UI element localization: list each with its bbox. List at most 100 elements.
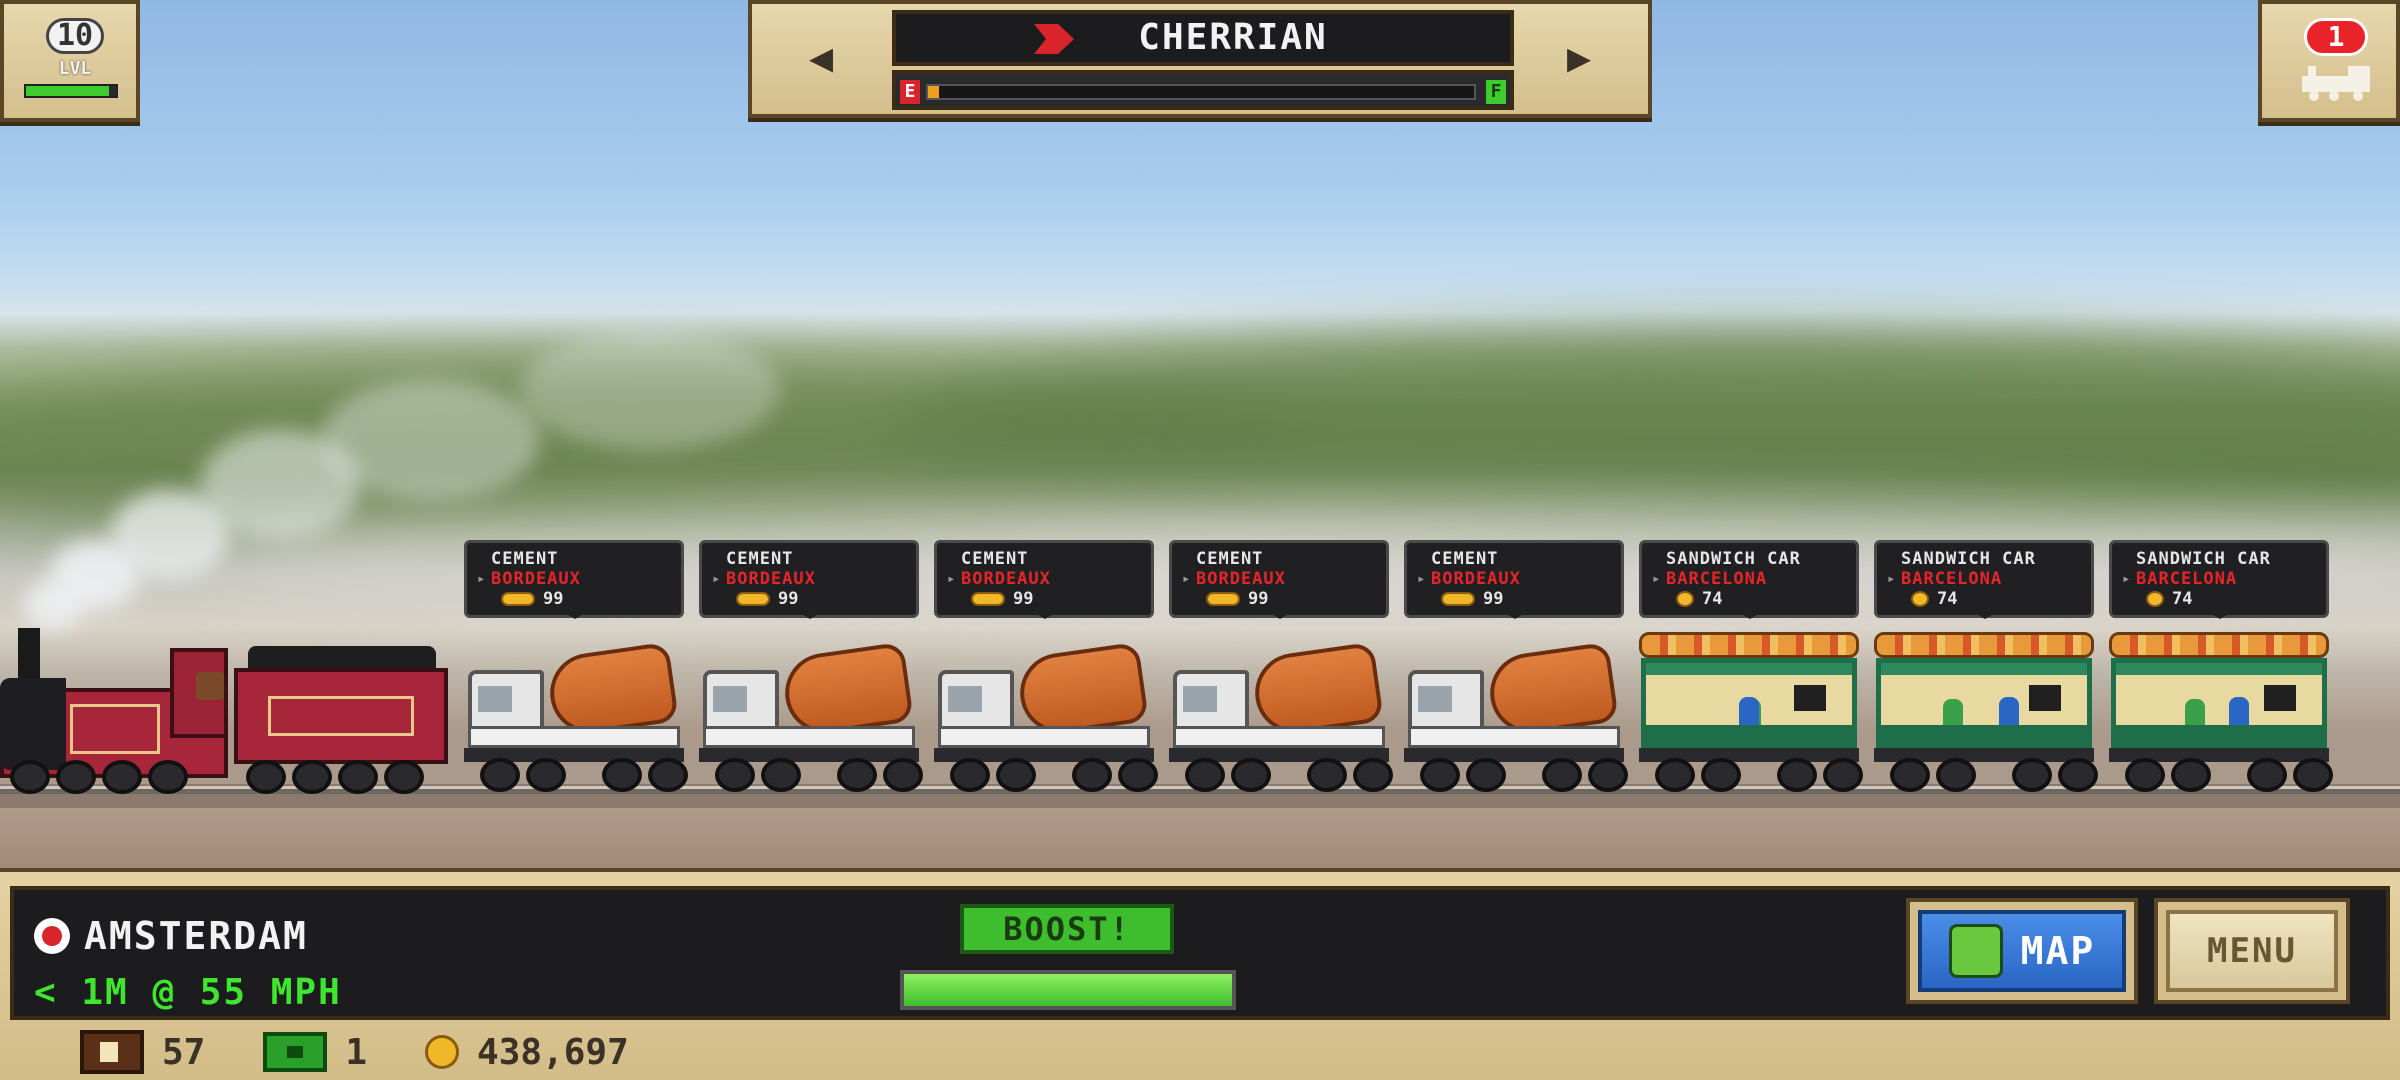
coin-icon — [1441, 592, 1475, 606]
wheel — [1542, 758, 1582, 792]
locomotive[interactable] — [0, 628, 228, 794]
shop-awning — [1881, 663, 2087, 675]
boost-meter — [900, 970, 1236, 1010]
map-icon — [1948, 924, 2003, 978]
fuel-full-label: F — [1486, 80, 1506, 104]
cash-icon — [263, 1032, 328, 1072]
cargo-destination: BARCELONA — [1887, 569, 2091, 589]
train-icon — [2302, 66, 2370, 101]
wheel-set — [950, 758, 1158, 792]
wheel — [1655, 758, 1695, 792]
level-number: 10 — [46, 18, 104, 54]
wheel — [1353, 758, 1393, 792]
coin-icon — [425, 1035, 460, 1069]
cargo-tag[interactable]: SANDWICH CARBARCELONA74 — [2109, 540, 2329, 619]
boost-meter-fill — [904, 974, 1232, 1006]
coin-icon — [1911, 591, 1929, 607]
cargo-value: 99 — [491, 589, 681, 609]
wheel — [102, 760, 142, 794]
truck-window — [1183, 686, 1217, 712]
cargo-name: CEMENT — [491, 549, 559, 569]
mixer-drum — [780, 641, 914, 739]
status-strip: AMSTERDAM < 1M @ 55 MPH BOOST! MAP MENU — [10, 886, 2390, 1020]
menu-board — [2029, 685, 2061, 711]
cargo-tag[interactable]: CEMENTBORDEAUX99 — [934, 540, 1154, 619]
cargo-tag[interactable]: CEMENTBORDEAUX99 — [464, 540, 684, 619]
coin-icon — [1676, 591, 1694, 607]
cargo-value-amount: 99 — [778, 589, 799, 609]
cargo-destination: BORDEAUX — [712, 569, 916, 589]
wheel — [2012, 758, 2052, 792]
cement-car[interactable]: CEMENTBORDEAUX99 — [934, 540, 1158, 792]
cargo-tag[interactable]: CEMENTBORDEAUX99 — [1404, 540, 1624, 619]
cement-car[interactable]: CEMENTBORDEAUX99 — [1169, 540, 1393, 792]
cement-car[interactable]: CEMENTBORDEAUX99 — [464, 540, 688, 792]
coal-tender[interactable] — [234, 646, 448, 794]
cargo-value: 99 — [1431, 589, 1621, 609]
wheel — [837, 758, 877, 792]
cargo-destination: BARCELONA — [2122, 569, 2326, 589]
next-train-button[interactable]: ▶ — [1518, 10, 1640, 110]
cargo-value-amount: 99 — [1248, 589, 1269, 609]
sandwich-car[interactable]: SANDWICH CARBARCELONA74 — [1874, 540, 2098, 792]
wheel — [148, 760, 188, 794]
wheel — [1777, 758, 1817, 792]
menu-board — [1794, 685, 1826, 711]
next-station-name: AMSTERDAM — [84, 914, 308, 958]
wheel — [384, 760, 424, 794]
wheel — [1936, 758, 1976, 792]
xp-bar-fill — [26, 86, 109, 96]
wheel — [883, 758, 923, 792]
coin-icon — [971, 592, 1005, 606]
map-button[interactable]: MAP — [1906, 898, 2138, 1004]
sandwich-roof — [1639, 632, 1859, 658]
wheel — [1466, 758, 1506, 792]
cement-car[interactable]: CEMENTBORDEAUX99 — [699, 540, 923, 792]
wheel-set — [1890, 758, 2098, 792]
wheel — [480, 758, 520, 792]
cargo-tag[interactable]: CEMENTBORDEAUX99 — [699, 540, 919, 619]
fuel-track — [926, 84, 1476, 100]
sandwich-car[interactable]: SANDWICH CARBARCELONA74 — [2109, 540, 2333, 792]
cargo-tag[interactable]: SANDWICH CARBARCELONA74 — [1639, 540, 1859, 619]
cargo-destination: BARCELONA — [1652, 569, 1856, 589]
wheel — [338, 760, 378, 794]
cargo-tag[interactable]: SANDWICH CARBARCELONA74 — [1874, 540, 2094, 619]
wheel — [1185, 758, 1225, 792]
wheel — [2125, 758, 2165, 792]
boiler — [0, 678, 66, 770]
cargo-destination: BORDEAUX — [1417, 569, 1621, 589]
shop-counter — [1881, 725, 2087, 743]
menu-button[interactable]: MENU — [2154, 898, 2350, 1004]
cargo-tag[interactable]: CEMENTBORDEAUX99 — [1169, 540, 1389, 619]
coins-stat: 438,697 — [425, 1032, 629, 1073]
wheel — [761, 758, 801, 792]
train-name: CHERRIAN — [1138, 17, 1328, 58]
sandwich-shop — [1641, 658, 1857, 748]
cargo-value-amount: 99 — [1013, 589, 1034, 609]
wheel — [1072, 758, 1112, 792]
station-marker-icon — [34, 918, 70, 954]
truck-chassis — [703, 726, 915, 748]
wheel — [1588, 758, 1628, 792]
sandwich-car[interactable]: SANDWICH CARBARCELONA74 — [1639, 540, 1863, 792]
wheel — [2247, 758, 2287, 792]
resource-bar: 57 1 438,697 — [44, 1024, 2354, 1080]
menu-board — [2264, 685, 2296, 711]
cargo-value-amount: 99 — [1483, 589, 1504, 609]
level-indicator[interactable]: 10 LVL — [0, 0, 140, 122]
trains-button[interactable]: 1 — [2258, 0, 2400, 122]
boost-button[interactable]: BOOST! — [960, 904, 1174, 954]
cargo-destination: BORDEAUX — [1182, 569, 1386, 589]
game-scene: CEMENTBORDEAUX99CEMENTBORDEAUX99CEMENTBO… — [0, 0, 2400, 870]
wheel — [56, 760, 96, 794]
sandwich-roof — [2109, 632, 2329, 658]
wheel — [1890, 758, 1930, 792]
cargo-name: CEMENT — [1196, 549, 1264, 569]
wheel — [246, 760, 286, 794]
cargo-value-amount: 99 — [543, 589, 564, 609]
cement-car[interactable]: CEMENTBORDEAUX99 — [1404, 540, 1628, 792]
previous-train-button[interactable]: ◀ — [760, 10, 882, 110]
sandwich-shop — [1876, 658, 2092, 748]
truck-window — [1418, 686, 1452, 712]
